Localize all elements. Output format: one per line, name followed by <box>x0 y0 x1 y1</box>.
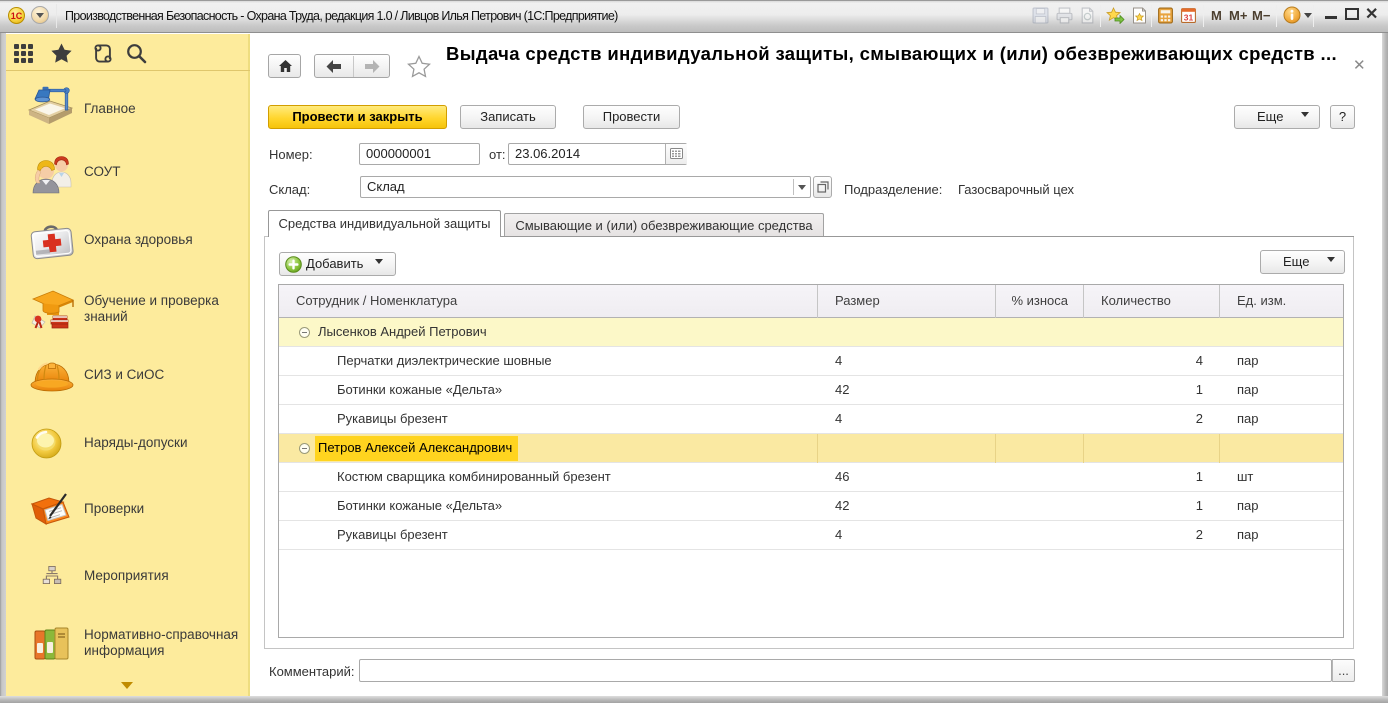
svg-text:31: 31 <box>1184 12 1194 22</box>
